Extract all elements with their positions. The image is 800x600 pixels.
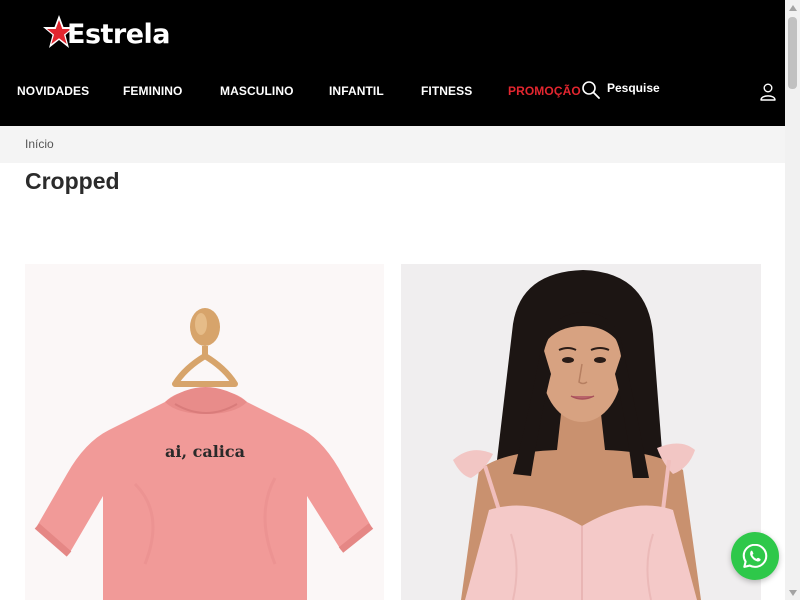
search-icon (582, 81, 600, 99)
nav-item-promocao[interactable]: PROMOÇÃO (508, 84, 581, 98)
nav-item-infantil[interactable]: INFANTIL (329, 84, 384, 98)
whatsapp-button[interactable] (731, 532, 779, 580)
nav-item-novidades[interactable]: NOVIDADES (17, 84, 89, 98)
product-card-1[interactable]: ai, calica (25, 264, 384, 600)
user-icon[interactable] (759, 82, 777, 102)
site-header: Estrela NOVIDADES FEMININO MASCULINO INF… (0, 0, 785, 126)
page-title: Cropped (25, 168, 120, 194)
breadcrumb-home-link[interactable]: Início (25, 137, 54, 151)
scroll-down-arrow-icon[interactable] (785, 585, 800, 600)
brand-name: Estrela (67, 18, 171, 50)
product-image-model (401, 264, 761, 600)
nav-item-feminino[interactable]: FEMININO (123, 84, 182, 98)
breadcrumb: Início (0, 126, 785, 163)
scroll-thumb[interactable] (788, 17, 797, 89)
search-label: Pesquise (607, 81, 660, 95)
shirt-print-text: ai, calica (165, 442, 245, 461)
search-trigger[interactable]: Pesquise (581, 80, 660, 100)
brand-logo[interactable]: Estrela (42, 12, 187, 54)
main-nav: NOVIDADES FEMININO MASCULINO INFANTIL FI… (0, 78, 785, 106)
nav-item-fitness[interactable]: FITNESS (421, 84, 472, 98)
page-scrollbar[interactable] (785, 0, 800, 600)
whatsapp-icon (742, 543, 768, 568)
product-card-2[interactable] (401, 264, 761, 600)
nav-item-masculino[interactable]: MASCULINO (220, 84, 294, 98)
scroll-up-arrow-icon[interactable] (785, 0, 800, 15)
product-image-tshirt: ai, calica (25, 264, 384, 600)
